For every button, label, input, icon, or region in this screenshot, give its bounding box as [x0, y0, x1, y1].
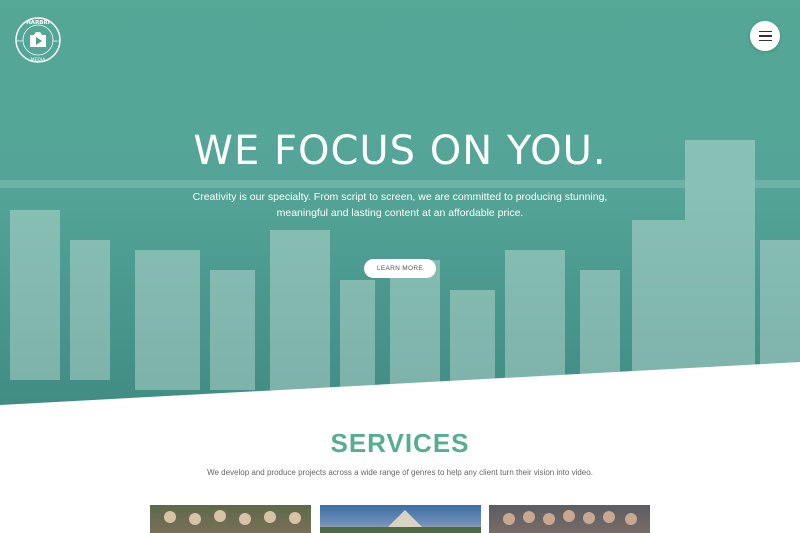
service-card-team-photo[interactable]: [150, 505, 311, 533]
hamburger-icon-line: [758, 39, 772, 42]
building-photo: [320, 510, 481, 533]
group-photo: [503, 510, 637, 525]
services-description: We develop and produce projects across a…: [207, 468, 593, 477]
hero-subtitle: Creativity is our specialty. From script…: [192, 191, 608, 219]
logo-right-text: 2014: [52, 39, 60, 43]
hero-title: WE FOCUS ON YOU.: [193, 128, 607, 174]
logo-bottom-text: MEDIA: [31, 57, 47, 63]
hamburger-icon: [758, 30, 772, 33]
people-photo: [164, 510, 301, 525]
menu-button[interactable]: [750, 21, 780, 51]
service-card-group-photo[interactable]: [489, 505, 650, 533]
learn-more-button[interactable]: LEARN MORE: [364, 259, 436, 278]
service-card-building-photo[interactable]: [320, 505, 481, 533]
services-title: SERVICES: [330, 428, 470, 458]
logo-left-text: EST: [17, 39, 23, 43]
logo-top-text: HARBRI: [26, 20, 50, 26]
hamburger-icon-line: [758, 35, 772, 37]
harbri-media-logo[interactable]: HARBRI MEDIA EST 2014: [14, 16, 62, 64]
